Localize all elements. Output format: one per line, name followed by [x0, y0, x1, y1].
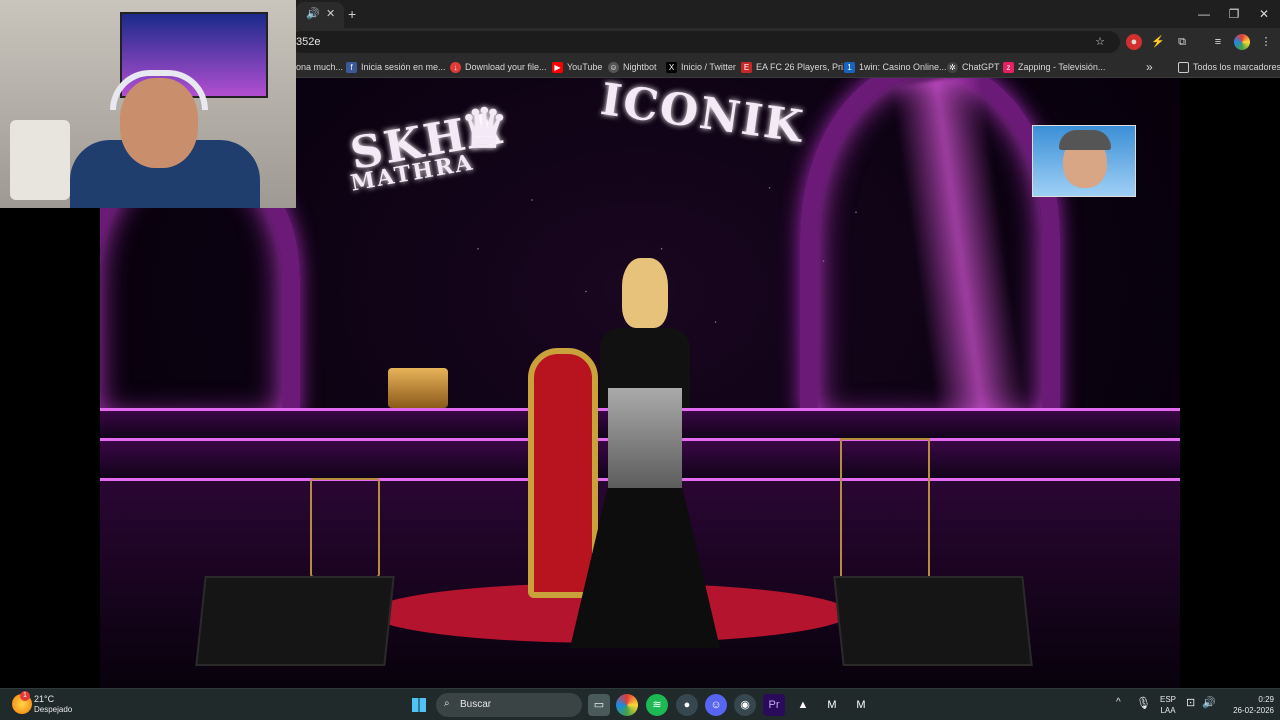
- ea-icon: E: [741, 61, 752, 73]
- bookmark-item[interactable]: f Inicia sesión en me...: [346, 59, 446, 75]
- speaker-icon[interactable]: 🔊: [306, 7, 320, 20]
- facebook-icon: f: [346, 61, 357, 73]
- volume-icon[interactable]: 🔊: [1202, 696, 1216, 709]
- language-top[interactable]: ESP: [1158, 695, 1178, 705]
- webcam-overlay: [0, 0, 296, 208]
- flower-stands: [840, 438, 930, 578]
- star-icon[interactable]: ☆: [1092, 34, 1108, 50]
- bookmark-item[interactable]: ✲ ChatGPT: [947, 59, 1000, 75]
- network-icon[interactable]: ⊡: [1186, 696, 1195, 709]
- language-bottom: LAA: [1160, 706, 1176, 715]
- crown-logo-icon: ♛: [460, 96, 511, 160]
- x-icon: X: [666, 61, 677, 73]
- active-tab[interactable]: 🔊 ✕: [296, 2, 344, 28]
- translate-extension-icon[interactable]: ⚡: [1150, 34, 1166, 50]
- bookmark-item[interactable]: X Inicio / Twitter: [666, 59, 736, 75]
- chrome-icon[interactable]: [616, 694, 638, 716]
- folder-icon: [1178, 61, 1189, 73]
- app-m-icon[interactable]: M: [821, 694, 843, 716]
- fifa-card: [10, 120, 70, 200]
- restore-icon[interactable]: ❐: [1222, 4, 1246, 24]
- menu-kebab-icon[interactable]: ⋮: [1258, 34, 1274, 50]
- zapping-icon: z: [1003, 61, 1014, 73]
- bookmark-item[interactable]: ☺ Nightbot: [608, 59, 657, 75]
- extensions-puzzle-icon[interactable]: ⧉: [1174, 34, 1190, 50]
- bookmark-item[interactable]: 1 1win: Casino Online...: [844, 59, 947, 75]
- adobe-icon[interactable]: ▲: [792, 694, 814, 716]
- profile-avatar-icon[interactable]: [1234, 34, 1250, 50]
- task-view-icon[interactable]: ▭: [588, 694, 610, 716]
- bookmark-item[interactable]: ↓ Download your file...: [450, 59, 547, 75]
- weather-desc: Despejado: [34, 705, 73, 714]
- casino-icon: 1: [844, 61, 855, 73]
- stage-monitor-left: [195, 576, 395, 666]
- start-windows-icon[interactable]: [408, 694, 430, 716]
- nightbot-icon: ☺: [608, 61, 619, 73]
- clock-time[interactable]: 0:29: [1224, 695, 1274, 705]
- new-tab-icon[interactable]: +: [348, 6, 356, 22]
- search-icon: ⌕: [444, 698, 450, 709]
- candelabra: [388, 368, 448, 408]
- more-bookmarks-icon[interactable]: »: [1146, 59, 1153, 75]
- premiere-icon[interactable]: Pr: [763, 694, 785, 716]
- discord-icon[interactable]: ☺: [705, 694, 727, 716]
- clock-date[interactable]: 26-02-2026: [1220, 706, 1274, 716]
- chatgpt-icon: ✲: [947, 61, 958, 73]
- all-bookmarks-folder[interactable]: Todos los marcadores: [1178, 59, 1280, 75]
- close-tab-icon[interactable]: ✕: [326, 7, 335, 20]
- weather-temp: 21°C: [34, 694, 55, 704]
- close-window-icon[interactable]: ✕: [1252, 4, 1276, 24]
- bookmark-item[interactable]: E EA FC 26 Players, Pri...: [741, 59, 851, 75]
- taskbar: 1 21°C Despejado Buscar ⌕ ▭ ≋ ● ☺ ◉ Pr ▲…: [0, 688, 1280, 720]
- app-icon[interactable]: ●: [676, 694, 698, 716]
- address-input[interactable]: 352e: [290, 31, 1120, 53]
- bookmark-item[interactable]: z Zapping - Televisión...: [1003, 59, 1105, 75]
- bookmark-item[interactable]: ona much...: [296, 59, 343, 75]
- minimize-icon[interactable]: —: [1192, 4, 1216, 24]
- performer: [570, 258, 720, 648]
- microphone-icon[interactable]: 🎙: [1136, 696, 1151, 710]
- media-control-icon[interactable]: ≡: [1210, 34, 1226, 50]
- app-m2-icon[interactable]: M: [850, 694, 872, 716]
- extension-red-icon[interactable]: ●: [1126, 34, 1142, 50]
- chevron-up-icon[interactable]: ^: [1116, 697, 1121, 708]
- secondary-cam: [1032, 125, 1136, 197]
- youtube-icon: ▶: [552, 61, 563, 73]
- cap: [1059, 130, 1111, 150]
- obs-icon[interactable]: ◉: [734, 694, 756, 716]
- spotify-icon[interactable]: ≋: [646, 694, 668, 716]
- taskbar-search-input[interactable]: Buscar: [436, 693, 582, 717]
- stage-monitor-right: [833, 576, 1033, 666]
- gold-side-table: [310, 478, 380, 578]
- bookmark-item[interactable]: ▶ YouTube: [552, 59, 602, 75]
- download-icon: ↓: [450, 61, 461, 73]
- weather-badge: 1: [20, 691, 30, 701]
